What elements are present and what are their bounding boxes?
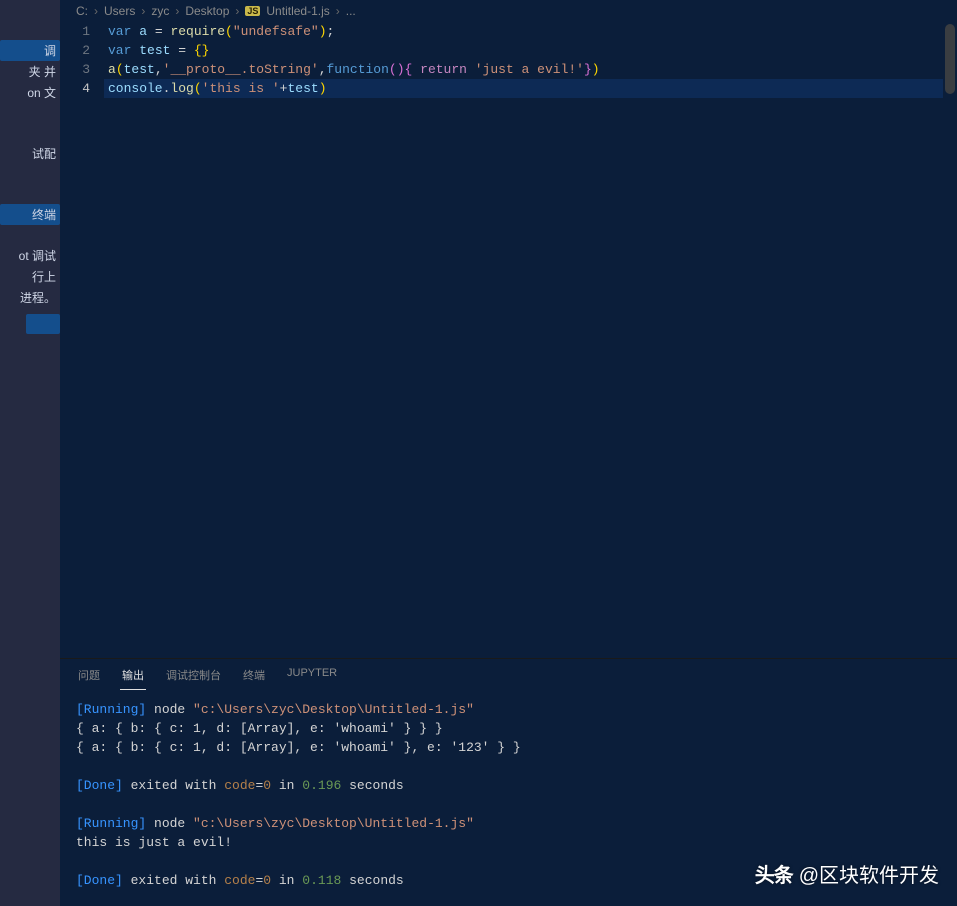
- chevron-right-icon: ›: [235, 4, 239, 18]
- watermark-logo: 头条: [755, 859, 793, 888]
- sidebar-item[interactable]: ot 调试: [0, 245, 60, 266]
- sidebar-item[interactable]: on 文: [0, 82, 60, 103]
- watermark-text: @区块软件开发: [799, 859, 939, 888]
- chevron-right-icon: ›: [175, 4, 179, 18]
- code-line[interactable]: var a = require("undefsafe");: [104, 22, 957, 41]
- js-file-icon: JS: [245, 6, 260, 16]
- line-number: 1: [60, 22, 90, 41]
- panel-tab[interactable]: 终端: [241, 665, 267, 690]
- output-line: { a: { b: { c: 1, d: [Array], e: 'whoami…: [76, 719, 941, 738]
- breadcrumb-more[interactable]: ...: [346, 4, 356, 18]
- line-gutter: 1234: [60, 22, 104, 658]
- code-editor[interactable]: 1234 var a = require("undefsafe");var te…: [60, 22, 957, 658]
- breadcrumb-part[interactable]: Desktop: [185, 4, 229, 18]
- line-number: 3: [60, 60, 90, 79]
- sidebar-button[interactable]: [26, 314, 60, 334]
- sidebar-item[interactable]: 调: [0, 40, 60, 61]
- sidebar-item[interactable]: 夹 并: [0, 61, 60, 82]
- sidebar-item[interactable]: 终端: [0, 204, 60, 225]
- output-line: this is just a evil!: [76, 833, 941, 852]
- code-line[interactable]: var test = {}: [104, 41, 957, 60]
- sidebar-item[interactable]: 行上: [0, 266, 60, 287]
- panel-tab[interactable]: 调试控制台: [164, 665, 223, 690]
- output-line: { a: { b: { c: 1, d: [Array], e: 'whoami…: [76, 738, 941, 757]
- breadcrumb: C: › Users › zyc › Desktop › JS Untitled…: [60, 0, 957, 22]
- output-line: [Done] exited with code=0 in 0.196 secon…: [76, 776, 941, 795]
- breadcrumb-part[interactable]: Users: [104, 4, 135, 18]
- output-line: [76, 795, 941, 814]
- code-line[interactable]: console.log('this is '+test): [104, 79, 957, 98]
- chevron-right-icon: ›: [336, 4, 340, 18]
- main-area: C: › Users › zyc › Desktop › JS Untitled…: [60, 0, 957, 906]
- output-line: [76, 757, 941, 776]
- breadcrumb-part[interactable]: zyc: [151, 4, 169, 18]
- sidebar-item[interactable]: 进程。: [0, 287, 60, 308]
- scrollbar-vertical[interactable]: [943, 22, 957, 658]
- breadcrumb-part[interactable]: C:: [76, 4, 88, 18]
- output-line: [Running] node "c:\Users\zyc\Desktop\Unt…: [76, 814, 941, 833]
- breadcrumb-file[interactable]: Untitled-1.js: [266, 4, 329, 18]
- panel-tab[interactable]: 输出: [120, 665, 146, 690]
- code-content[interactable]: var a = require("undefsafe");var test = …: [104, 22, 957, 658]
- scrollbar-thumb[interactable]: [945, 24, 955, 94]
- panel-tab[interactable]: 问题: [76, 665, 102, 690]
- watermark: 头条 @区块软件开发: [755, 859, 939, 888]
- sidebar-item[interactable]: 试配: [0, 143, 60, 164]
- output-line: [Running] node "c:\Users\zyc\Desktop\Unt…: [76, 700, 941, 719]
- code-line[interactable]: a(test,'__proto__.toString',function(){ …: [104, 60, 957, 79]
- panel-tab[interactable]: JUPYTER: [285, 665, 339, 690]
- left-sidebar: 调 夹 并 on 文 试配 终端 ot 调试 行上 进程。: [0, 0, 60, 906]
- line-number: 2: [60, 41, 90, 60]
- line-number: 4: [60, 79, 90, 98]
- chevron-right-icon: ›: [94, 4, 98, 18]
- chevron-right-icon: ›: [141, 4, 145, 18]
- panel-tabs: 问题输出调试控制台终端 JUPYTER: [60, 659, 957, 690]
